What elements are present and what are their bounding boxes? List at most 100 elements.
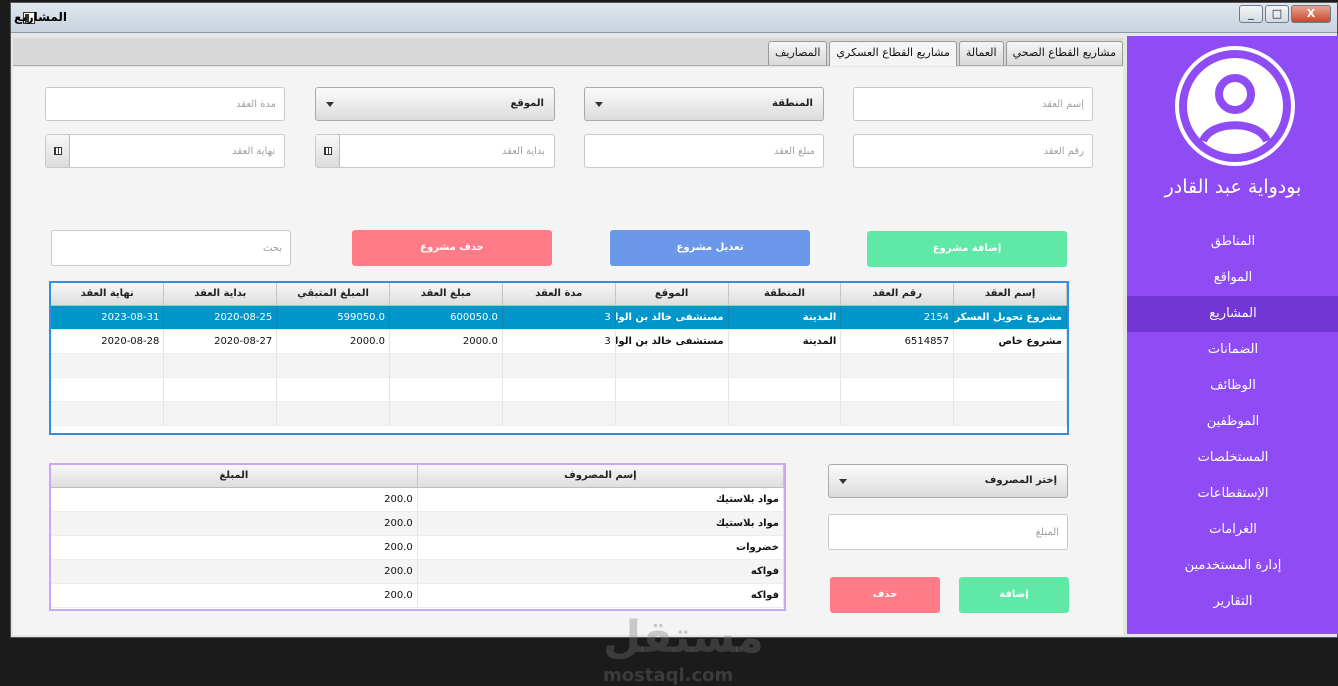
maximize-button[interactable]: □	[1265, 5, 1289, 23]
column-header[interactable]: بداية العقد	[163, 283, 278, 306]
expenses-table: إسم المصروف المبلغ مواد بلاستيك 200.0 مو…	[49, 463, 786, 611]
sidebar-item-regions[interactable]: المناطق	[1127, 224, 1338, 260]
duration-field[interactable]	[45, 87, 285, 121]
calendar-icon[interactable]	[46, 135, 70, 167]
column-header[interactable]: نهاية العقد	[51, 283, 165, 306]
table-row[interactable]: مواد بلاستيك 200.0	[51, 487, 784, 512]
table-cell: مواد بلاستيك	[417, 487, 784, 512]
column-header[interactable]: المنطقة	[728, 283, 842, 306]
sidebar-item-deductions[interactable]: الإستقطاعات	[1127, 476, 1338, 512]
search-field[interactable]	[51, 230, 291, 266]
table-cell: المدينة	[728, 329, 842, 354]
expense-amount-field[interactable]	[828, 514, 1068, 550]
sidebar: بودواية عبد القادر المناطق المواقع المشا…	[1127, 36, 1338, 634]
contract-name-input[interactable]	[854, 88, 1092, 120]
amount-field[interactable]	[584, 134, 824, 168]
sidebar-item-projects[interactable]: المشاريع	[1127, 296, 1338, 332]
sidebar-item-invoices[interactable]: المستخلصات	[1127, 440, 1338, 476]
column-header[interactable]: الموقع	[615, 283, 729, 306]
amount-input[interactable]	[585, 135, 823, 167]
table-cell: 200.0	[51, 511, 418, 536]
sidebar-item-fines[interactable]: الغرامات	[1127, 512, 1338, 548]
table-cell: مشروع خاص	[953, 329, 1067, 354]
close-button[interactable]: X	[1291, 5, 1331, 23]
table-cell: خضروات	[417, 535, 784, 560]
start-date-picker[interactable]	[315, 134, 555, 168]
minimize-button[interactable]: _	[1239, 5, 1263, 23]
tab-expenses[interactable]: المصاريف	[768, 41, 828, 65]
table-cell: 2023-08-31	[51, 305, 165, 330]
projects-table: إسم العقد رقم العقد المنطقة الموقع مدة ا…	[49, 281, 1069, 435]
column-header[interactable]: إسم المصروف	[417, 465, 784, 488]
contract-number-input[interactable]	[854, 135, 1092, 167]
delete-expense-button[interactable]: حذف	[830, 577, 940, 613]
tab-health-projects[interactable]: مشاريع القطاع الصحي	[1005, 41, 1123, 65]
column-header[interactable]: المبلغ المتبقي	[276, 283, 391, 306]
title-bar: المشاريع _ □ X	[11, 3, 1337, 33]
search-input[interactable]	[52, 231, 290, 265]
column-header[interactable]: رقم العقد	[840, 283, 955, 306]
empty-row	[51, 401, 1067, 426]
region-combo-label: المنطقة	[772, 98, 813, 109]
table-row[interactable]: مشروع تحويل العسكرية 2154 المدينة مستشفى…	[51, 305, 1067, 330]
contract-name-field[interactable]	[853, 87, 1093, 121]
table-cell: 599050.0	[276, 305, 391, 330]
start-date-input[interactable]	[341, 135, 553, 167]
table-cell: مواد بلاستيك	[417, 511, 784, 536]
app-window: المشاريع _ □ X مشاريع القطاع الصحي العما…	[10, 2, 1338, 686]
duration-input[interactable]	[46, 88, 284, 120]
table-row[interactable]: خضروات 200.0	[51, 535, 784, 560]
site-combo[interactable]: الموقع	[315, 87, 555, 121]
sidebar-item-user-management[interactable]: إدارة المستخدمين	[1127, 548, 1338, 584]
sidebar-item-jobs[interactable]: الوظائف	[1127, 368, 1338, 404]
tab-bar: مشاريع القطاع الصحي العمالة مشاريع القطا…	[13, 38, 1123, 66]
chevron-down-icon	[326, 102, 334, 107]
tab-content: المنطقة الموقع إضافة مشروع تعديل مشروع ح…	[13, 67, 1123, 686]
sidebar-item-employees[interactable]: الموظفين	[1127, 404, 1338, 440]
table-cell: 2000.0	[389, 329, 503, 354]
column-header[interactable]: إسم العقد	[953, 283, 1067, 306]
table-row[interactable]: فواكه 200.0	[51, 583, 784, 608]
edit-project-button[interactable]: تعديل مشروع	[610, 230, 810, 266]
table-row[interactable]: فواكه 200.0	[51, 559, 784, 584]
region-combo[interactable]: المنطقة	[584, 87, 824, 121]
table-cell: 2154	[840, 305, 955, 330]
sidebar-item-guarantees[interactable]: الضمانات	[1127, 332, 1338, 368]
table-cell: 600050.0	[389, 305, 503, 330]
tab-military-projects[interactable]: مشاريع القطاع العسكري	[829, 41, 957, 66]
table-row[interactable]: مواد بلاستيك 200.0	[51, 511, 784, 536]
add-project-button[interactable]: إضافة مشروع	[867, 231, 1067, 267]
avatar	[1175, 46, 1295, 166]
sidebar-item-sites[interactable]: المواقع	[1127, 260, 1338, 296]
sidebar-item-reports[interactable]: التقارير	[1127, 584, 1338, 620]
add-expense-button[interactable]: إضافة	[959, 577, 1069, 613]
end-date-picker[interactable]	[45, 134, 285, 168]
expense-combo[interactable]: إختر المصروف	[828, 464, 1068, 498]
site-combo-label: الموقع	[510, 98, 544, 109]
contract-number-field[interactable]	[853, 134, 1093, 168]
watermark-logo: مستقل	[603, 612, 764, 663]
table-cell: 200.0	[51, 559, 418, 584]
delete-project-button[interactable]: حذف مشروع	[352, 230, 552, 266]
expense-combo-label: إختر المصروف	[984, 475, 1057, 486]
table-row[interactable]: مشروع خاص 6514857 المدينة مستشفى خالد بن…	[51, 329, 1067, 354]
column-header[interactable]: المبلغ	[51, 465, 418, 488]
column-header[interactable]: مدة العقد	[502, 283, 616, 306]
table-header-row: إسم العقد رقم العقد المنطقة الموقع مدة ا…	[51, 283, 1067, 306]
table-cell: مستشفى خالد بن الوليد	[615, 305, 729, 330]
table-cell: 2000.0	[276, 329, 391, 354]
column-header[interactable]: مبلغ العقد	[389, 283, 503, 306]
window-title: المشاريع	[14, 10, 67, 24]
user-name: بودواية عبد القادر	[1164, 176, 1302, 198]
table-cell: 2020-08-27	[163, 329, 278, 354]
expense-amount-input[interactable]	[829, 515, 1067, 549]
table-cell: مشروع تحويل العسكرية	[953, 305, 1067, 330]
calendar-icon[interactable]	[316, 135, 340, 167]
tab-labor[interactable]: العمالة	[958, 41, 1004, 65]
table-cell: 200.0	[51, 487, 418, 512]
table-cell: فواكه	[417, 559, 784, 584]
table-cell: مستشفى خالد بن الوليد	[615, 329, 729, 354]
end-date-input[interactable]	[71, 135, 283, 167]
chevron-down-icon	[595, 102, 603, 107]
chevron-down-icon	[839, 479, 847, 484]
